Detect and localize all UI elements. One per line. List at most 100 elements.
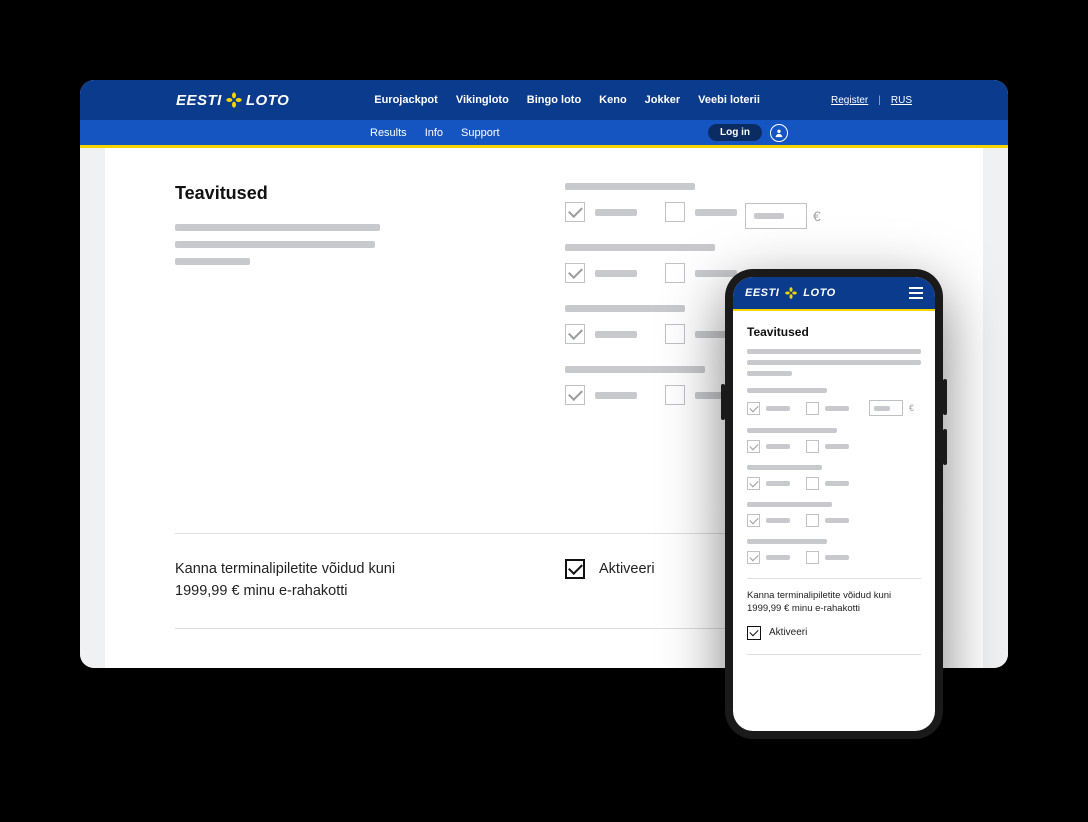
checkbox[interactable]: [565, 202, 585, 222]
brand-word2: LOTO: [803, 287, 835, 299]
separator: |: [878, 95, 881, 106]
subnav-support[interactable]: Support: [461, 127, 500, 139]
lang-link[interactable]: RUS: [891, 95, 912, 106]
nav-bingoloto[interactable]: Bingo loto: [527, 94, 581, 106]
divider: [747, 654, 921, 655]
checkbox[interactable]: [806, 440, 819, 453]
checkbox[interactable]: [747, 440, 760, 453]
checkbox[interactable]: [565, 263, 585, 283]
option-header-skeleton: [747, 428, 837, 433]
checkbox[interactable]: [747, 514, 760, 527]
currency-symbol: €: [813, 208, 821, 224]
mobile-body: Teavitused €: [733, 311, 935, 655]
label-skeleton: [695, 209, 737, 216]
nav-veebiloterii[interactable]: Veebi loterii: [698, 94, 760, 106]
brand-word1: EESTI: [176, 92, 222, 109]
brand-logo[interactable]: EESTI LOTO: [745, 285, 836, 301]
transfer-description: Kanna terminalipiletite võidud kuni 1999…: [747, 589, 921, 616]
option-header-skeleton: [747, 388, 827, 393]
option-header-skeleton: [747, 502, 832, 507]
nav-eurojackpot[interactable]: Eurojackpot: [374, 94, 438, 106]
user-icon[interactable]: [770, 124, 788, 142]
currency-symbol: €: [909, 403, 914, 413]
primary-nav: Eurojackpot Vikingloto Bingo loto Keno J…: [374, 94, 760, 106]
option-group: [747, 539, 921, 564]
label-skeleton: [825, 555, 849, 560]
label-skeleton: [595, 270, 637, 277]
label-skeleton: [595, 331, 637, 338]
divider: [747, 578, 921, 579]
activate-label: Aktiveeri: [769, 627, 807, 638]
activate-checkbox[interactable]: [747, 626, 761, 640]
brand-logo[interactable]: EESTI LOTO: [176, 92, 289, 109]
device-button: [943, 379, 947, 415]
brand-word1: EESTI: [745, 287, 779, 299]
option-header-skeleton: [565, 183, 695, 190]
checkbox[interactable]: [747, 402, 760, 415]
option-header-skeleton: [747, 465, 822, 470]
mobile-header: EESTI LOTO: [733, 277, 935, 311]
label-skeleton: [695, 270, 737, 277]
subheader-right: Log in: [708, 124, 788, 142]
label-skeleton: [766, 518, 790, 523]
nav-keno[interactable]: Keno: [599, 94, 627, 106]
option-group: [565, 183, 915, 222]
transfer-section: Kanna terminalipiletite võidud kuni 1999…: [175, 533, 803, 629]
activate-checkbox[interactable]: [565, 559, 585, 579]
clover-icon: [226, 92, 242, 108]
login-button[interactable]: Log in: [708, 124, 762, 141]
mobile-device: EESTI LOTO Teavitused: [725, 269, 943, 739]
checkbox[interactable]: [806, 551, 819, 564]
option-header-skeleton: [565, 244, 715, 251]
checkbox[interactable]: [565, 385, 585, 405]
option-group: [747, 428, 921, 453]
checkbox[interactable]: [747, 551, 760, 564]
label-skeleton: [825, 406, 849, 411]
activate-label: Aktiveeri: [599, 561, 655, 577]
option-header-skeleton: [565, 305, 685, 312]
checkbox[interactable]: [806, 402, 819, 415]
option-group: €: [747, 388, 921, 416]
amount-input[interactable]: [745, 203, 807, 229]
label-skeleton: [766, 444, 790, 449]
label-skeleton: [766, 555, 790, 560]
checkbox[interactable]: [747, 477, 760, 490]
amount-input-row: €: [745, 203, 821, 229]
checkbox[interactable]: [665, 324, 685, 344]
hamburger-icon[interactable]: [909, 287, 923, 299]
label-skeleton: [825, 518, 849, 523]
checkbox[interactable]: [565, 324, 585, 344]
device-button: [721, 384, 725, 420]
option-group: [747, 465, 921, 490]
checkbox[interactable]: [665, 263, 685, 283]
option-header-skeleton: [747, 539, 827, 544]
primary-header: EESTI LOTO Eurojackpot Vikingloto Bingo …: [80, 80, 1008, 120]
subnav-info[interactable]: Info: [425, 127, 443, 139]
transfer-description: Kanna terminalipiletite võidud kuni 1999…: [175, 559, 495, 603]
amount-input[interactable]: [869, 400, 903, 416]
divider: [175, 628, 803, 629]
mobile-screen: EESTI LOTO Teavitused: [733, 277, 935, 731]
label-skeleton: [595, 392, 637, 399]
checkbox[interactable]: [806, 514, 819, 527]
header-right: Register | RUS: [831, 95, 912, 106]
page-title: Teavitused: [747, 325, 921, 339]
secondary-header: Results Info Support Log in: [80, 120, 1008, 148]
checkbox[interactable]: [806, 477, 819, 490]
device-button: [943, 429, 947, 465]
checkbox[interactable]: [665, 385, 685, 405]
label-skeleton: [595, 209, 637, 216]
label-skeleton: [825, 481, 849, 486]
label-skeleton: [825, 444, 849, 449]
checkbox[interactable]: [665, 202, 685, 222]
clover-icon: [783, 285, 799, 301]
nav-jokker[interactable]: Jokker: [645, 94, 680, 106]
label-skeleton: [766, 481, 790, 486]
brand-word2: LOTO: [246, 92, 289, 109]
nav-vikingloto[interactable]: Vikingloto: [456, 94, 509, 106]
register-link[interactable]: Register: [831, 95, 868, 106]
label-skeleton: [766, 406, 790, 411]
description-skeleton: [747, 349, 921, 376]
secondary-nav: Results Info Support: [370, 127, 500, 139]
subnav-results[interactable]: Results: [370, 127, 407, 139]
